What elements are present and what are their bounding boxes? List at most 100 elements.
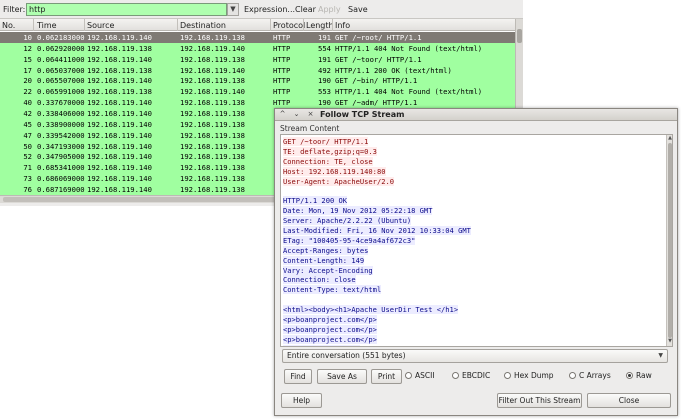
- packet-cell-src: 192.168.119.140: [87, 130, 152, 140]
- find-button[interactable]: Find: [284, 369, 312, 384]
- response-line: Server: Apache/2.2.22 (Ubuntu): [283, 216, 412, 226]
- stream-vscroll-thumb[interactable]: [668, 143, 672, 338]
- packet-cell-dst: 192.168.119.138: [180, 33, 245, 42]
- packet-cell-dst: 192.168.119.138: [180, 174, 245, 184]
- column-length[interactable]: Length: [306, 21, 334, 30]
- column-source[interactable]: Source: [87, 21, 114, 30]
- packet-cell-proto: HTTP: [273, 87, 291, 97]
- response-line: Content-Length: 149: [283, 255, 365, 265]
- packet-cell-src: 192.168.119.140: [87, 184, 152, 194]
- stream-vscroll[interactable]: ▲ ▼: [666, 135, 672, 346]
- format-ascii-radio[interactable]: ASCII: [405, 371, 435, 380]
- filter-out-stream-button[interactable]: Filter Out This Stream: [497, 393, 582, 408]
- packet-cell-time: 0.062183000: [37, 33, 85, 42]
- packet-cell-src: 192.168.119.140: [87, 163, 152, 173]
- packet-cell-dst: 192.168.119.138: [180, 130, 245, 140]
- format-carrays-radio[interactable]: C Arrays: [569, 371, 611, 380]
- packet-cell-no: 52: [23, 152, 32, 162]
- apply-button[interactable]: Apply: [318, 5, 341, 14]
- close-button[interactable]: Close: [587, 393, 671, 408]
- packet-cell-dst: 192.168.119.140: [180, 65, 245, 75]
- conversation-select[interactable]: Entire conversation (551 bytes) ▼: [282, 349, 668, 363]
- packet-cell-dst: 192.168.119.140: [180, 87, 245, 97]
- response-line: <p>boanproject.com</p>: [283, 324, 377, 334]
- column-time[interactable]: Time: [37, 21, 57, 30]
- packet-cell-time: 0.065507000: [37, 76, 85, 86]
- format-hexdump-radio[interactable]: Hex Dump: [504, 371, 554, 380]
- column-protocol[interactable]: Protocol: [273, 21, 305, 30]
- packet-row[interactable]: 10 0.062183000 192.168.119.140 192.168.119.…: [0, 32, 515, 43]
- response-line: Content-Type: text/html: [283, 285, 382, 295]
- save-as-button[interactable]: Save As: [317, 369, 367, 384]
- packet-cell-no: 15: [23, 54, 32, 64]
- packet-cell-no: 20: [23, 76, 32, 86]
- expression-button[interactable]: Expression...: [244, 5, 295, 14]
- packet-cell-no: 17: [23, 65, 32, 75]
- response-line: Vary: Accept-Encoding: [283, 265, 373, 275]
- packet-cell-proto: HTTP: [273, 65, 291, 75]
- minimize-icon[interactable]: ^: [278, 110, 287, 119]
- response-line: ETag: "100405-95-4ce9a4af672c3": [283, 235, 416, 245]
- maximize-icon[interactable]: ⌄: [292, 110, 301, 119]
- packet-cell-src: 192.168.119.140: [87, 108, 152, 118]
- scroll-up-icon[interactable]: ▲: [667, 135, 672, 142]
- filter-input[interactable]: http: [26, 3, 227, 16]
- radio-icon: [452, 372, 459, 379]
- packet-cell-dst: 192.168.119.138: [180, 163, 245, 173]
- request-line: Connection: TE, close: [283, 156, 373, 166]
- packet-cell-src: 192.168.119.140: [87, 76, 152, 86]
- response-line: <html><body><h1>Apache UserDir Test </h1…: [283, 305, 459, 315]
- response-line: HTTP/1.1 200 OK: [283, 196, 348, 206]
- request-line: GET /~toor/ HTTP/1.1: [283, 137, 369, 146]
- save-filter-button[interactable]: Save: [348, 5, 368, 14]
- stream-content-area[interactable]: GET /~toor/ HTTP/1.1 TE: deflate,gzip;q=0…: [280, 134, 673, 347]
- packet-cell-no: 47: [23, 130, 32, 140]
- packet-list-vscroll-thumb[interactable]: [517, 29, 522, 43]
- column-no[interactable]: No.: [2, 21, 15, 30]
- packet-cell-info: GET /~toor/ HTTP/1.1: [335, 54, 422, 64]
- packet-cell-no: 42: [23, 108, 32, 118]
- packet-row[interactable]: 17 0.065037000 192.168.119.138 192.168.119.…: [0, 64, 515, 76]
- filter-label: Filter:: [3, 5, 26, 14]
- packet-row[interactable]: 40 0.337670000 192.168.119.140 192.168.119.…: [0, 97, 515, 109]
- packet-cell-src: 192.168.119.140: [87, 54, 152, 64]
- print-button[interactable]: Print: [371, 369, 402, 384]
- response-line: Date: Mon, 19 Nov 2012 05:22:18 GMT: [283, 206, 433, 216]
- packet-cell-dst: 192.168.119.138: [180, 108, 245, 118]
- scroll-down-icon[interactable]: ▼: [667, 338, 672, 345]
- column-info[interactable]: Info: [335, 21, 350, 30]
- close-icon[interactable]: ×: [306, 110, 315, 119]
- format-raw-radio[interactable]: Raw: [626, 371, 652, 380]
- request-line: TE: deflate,gzip;q=0.3: [283, 146, 377, 156]
- packet-row[interactable]: 22 0.065991000 192.168.119.138 192.168.119.…: [0, 86, 515, 98]
- stream-text[interactable]: GET /~toor/ HTTP/1.1 TE: deflate,gzip;q=0…: [283, 137, 663, 346]
- packet-cell-info: GET /~root/ HTTP/1.1: [335, 33, 422, 42]
- filter-history-dropdown[interactable]: ▼: [227, 3, 239, 16]
- packet-cell-time: 0.065037000: [37, 65, 85, 75]
- packet-cell-proto: HTTP: [273, 98, 291, 108]
- follow-tcp-stream-dialog: ^ ⌄ × Follow TCP Stream Stream Content G…: [274, 108, 678, 416]
- packet-cell-time: 0.685341000: [37, 163, 85, 173]
- dialog-titlebar: ^ ⌄ × Follow TCP Stream: [275, 109, 677, 121]
- packet-cell-dst: 192.168.119.138: [180, 152, 245, 162]
- packet-cell-no: 76: [23, 184, 32, 194]
- column-destination[interactable]: Destination: [180, 21, 226, 30]
- packet-cell-src: 192.168.119.140: [87, 98, 152, 108]
- packet-cell-time: 0.686069000: [37, 174, 85, 184]
- packet-cell-no: 50: [23, 141, 32, 151]
- packet-cell-info: HTTP/1.1 404 Not Found (text/html): [335, 43, 483, 53]
- format-ebcdic-radio[interactable]: EBCDIC: [452, 371, 490, 380]
- packet-row[interactable]: 12 0.062920000 192.168.119.138 192.168.119.…: [0, 42, 515, 54]
- packet-cell-dst: 192.168.119.138: [180, 54, 245, 64]
- packet-row[interactable]: 15 0.064411000 192.168.119.140 192.168.119.…: [0, 53, 515, 65]
- conversation-select-value: Entire conversation (551 bytes): [287, 351, 406, 360]
- packet-cell-len: 190: [318, 98, 331, 108]
- packet-cell-time: 0.064411000: [37, 54, 85, 64]
- help-button[interactable]: Help: [281, 393, 322, 408]
- clear-button[interactable]: Clear: [295, 5, 316, 14]
- packet-row[interactable]: 20 0.065507000 192.168.119.140 192.168.119.…: [0, 75, 515, 87]
- packet-cell-len: 553: [318, 87, 331, 97]
- packet-list-header: No. Time Source Destination Protocol Len…: [0, 19, 515, 31]
- request-line: User-Agent: ApacheUser/2.0: [283, 176, 395, 186]
- packet-cell-len: 492: [318, 65, 331, 75]
